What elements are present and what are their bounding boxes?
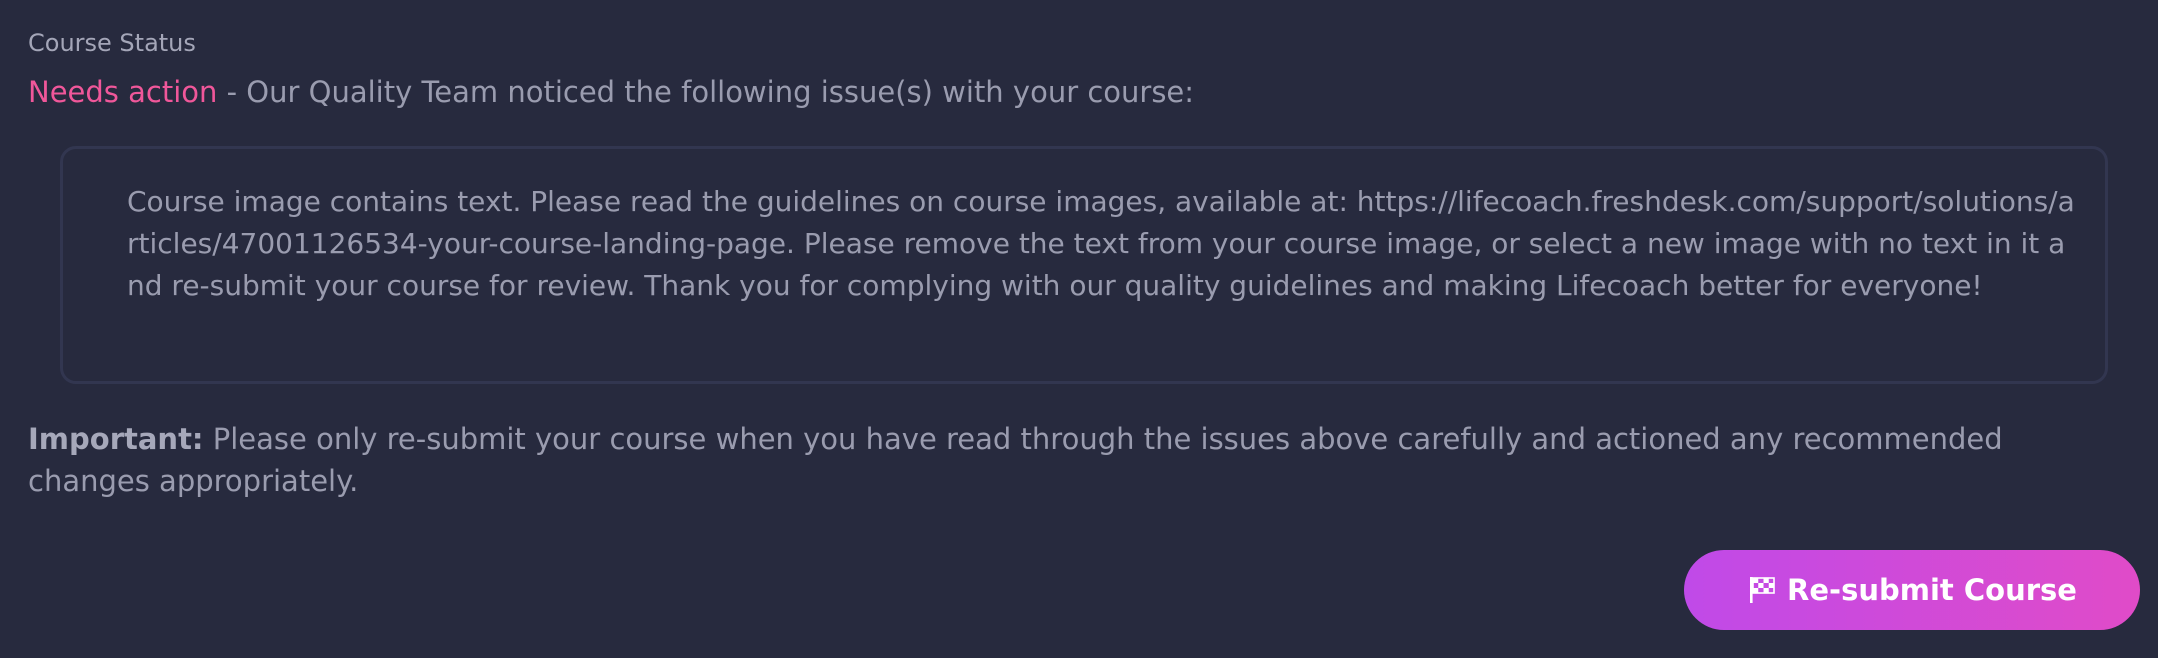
resubmit-button-label: Re-submit Course (1787, 573, 2077, 607)
course-status-line: Needs action - Our Quality Team noticed … (28, 72, 1194, 112)
important-text: Please only re-submit your course when y… (28, 422, 2003, 498)
status-value: Needs action (28, 75, 218, 109)
course-status-label: Course Status (28, 29, 196, 57)
important-note: Important: Please only re-submit your co… (28, 418, 2118, 502)
status-message: - Our Quality Team noticed the following… (217, 75, 1195, 109)
resubmit-course-button[interactable]: Re-submit Course (1684, 550, 2140, 630)
issue-text: Course image contains text. Please read … (127, 185, 2075, 302)
checkered-flag-icon (1747, 575, 1777, 605)
issue-box: Course image contains text. Please read … (60, 146, 2108, 384)
important-prefix: Important: (28, 422, 204, 456)
